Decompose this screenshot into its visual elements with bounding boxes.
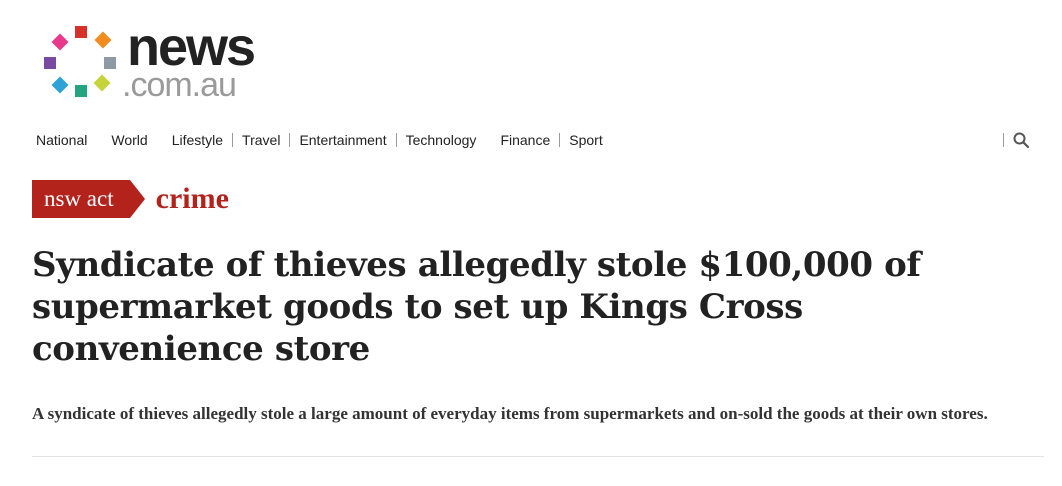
nav-separator xyxy=(289,133,291,147)
section-breadcrumb: nsw act crime xyxy=(32,180,229,218)
logo-dot xyxy=(93,74,111,92)
article-standfirst: A syndicate of thieves allegedly stole a… xyxy=(32,404,988,423)
divider xyxy=(32,456,1044,457)
main-nav: National World Lifestyle Travel Entertai… xyxy=(36,130,603,150)
logo-wordmark: news xyxy=(127,17,256,77)
nav-item-lifestyle[interactable]: Lifestyle xyxy=(172,132,223,148)
logo-dot xyxy=(44,57,56,69)
logo-dot xyxy=(75,85,87,97)
nav-separator xyxy=(559,133,561,147)
search-separator xyxy=(1003,133,1004,147)
nav-item-sport[interactable]: Sport xyxy=(569,132,602,148)
logo-dot xyxy=(94,31,112,49)
search-area xyxy=(1003,130,1030,150)
search-icon[interactable] xyxy=(1012,131,1030,149)
section-state-tag[interactable]: nsw act xyxy=(32,180,145,218)
nav-item-national[interactable]: National xyxy=(36,132,87,148)
nav-separator xyxy=(395,133,397,147)
logo-dots-icon xyxy=(40,22,120,102)
logo-domain: .com.au xyxy=(122,66,237,104)
nav-item-travel[interactable]: Travel xyxy=(242,132,280,148)
logo-dot xyxy=(104,57,116,69)
article-headline: Syndicate of thieves allegedly stole $10… xyxy=(32,245,921,369)
logo-dot xyxy=(51,33,69,51)
nav-item-world[interactable]: World xyxy=(111,132,147,148)
news-logo[interactable]: news .com.au xyxy=(40,17,280,104)
nav-item-finance[interactable]: Finance xyxy=(500,132,550,148)
logo-dot xyxy=(51,76,69,94)
nav-item-technology[interactable]: Technology xyxy=(406,132,477,148)
logo-dot xyxy=(75,26,87,38)
section-topic-link[interactable]: crime xyxy=(156,180,229,218)
nav-separator xyxy=(232,133,234,147)
nav-item-entertainment[interactable]: Entertainment xyxy=(299,132,386,148)
